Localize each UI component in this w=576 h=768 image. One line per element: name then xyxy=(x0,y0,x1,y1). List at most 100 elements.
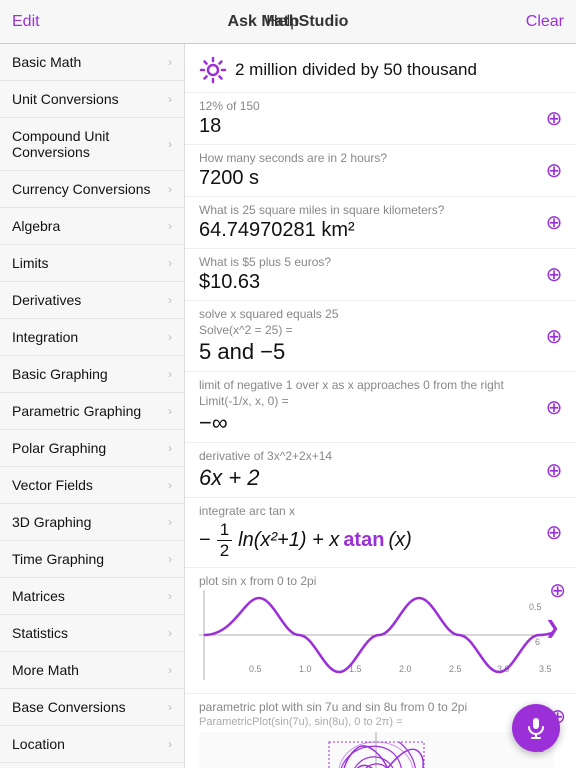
sidebar-item-label: Polar Graphing xyxy=(12,440,168,456)
chevron-right-icon: › xyxy=(168,256,172,270)
sidebar-item-statistics[interactable]: Statistics› xyxy=(0,615,184,652)
expand-button[interactable]: ⊕ xyxy=(542,159,566,183)
header-query: 2 million divided by 50 thousand xyxy=(185,44,576,93)
graph-svg-area: 0.5 1.0 1.5 2.0 2.5 3.0 3.5 6 0.5 ❯ xyxy=(199,590,562,685)
sidebar-item-derivatives[interactable]: Derivatives› xyxy=(0,282,184,319)
result-query: How many seconds are in 2 hours? xyxy=(199,151,562,165)
chevron-right-icon: › xyxy=(168,441,172,455)
sidebar-item-base-conversions[interactable]: Base Conversions› xyxy=(0,689,184,726)
result-answer: $10.63 xyxy=(199,271,562,294)
result-answer: 6x + 2 xyxy=(199,465,562,491)
sidebar-item-algebra[interactable]: Algebra› xyxy=(0,208,184,245)
sidebar-item-3d-graphing[interactable]: 3D Graphing› xyxy=(0,504,184,541)
chevron-right-icon: › xyxy=(168,293,172,307)
mic-icon xyxy=(525,717,547,739)
chevron-right-icon: › xyxy=(168,626,172,640)
sidebar-item-label: Currency Conversions xyxy=(12,181,168,197)
result-item: What is $5 plus 5 euros? $10.63 ⊕ xyxy=(185,249,576,301)
sidebar-item-matrices[interactable]: Matrices› xyxy=(0,578,184,615)
sidebar-item-label: Statistics xyxy=(12,625,168,641)
graph-svg-area: -4.5 -3.5 -2.5 -1.5 -1 0.5 1.5 2.5 3.5 4… xyxy=(199,732,562,768)
chevron-right-icon: › xyxy=(168,737,172,751)
svg-text:1.0: 1.0 xyxy=(299,664,312,674)
chevron-right-icon: › xyxy=(168,700,172,714)
graph-arrow-icon[interactable]: ❯ xyxy=(545,618,560,639)
svg-text:6: 6 xyxy=(535,637,540,647)
graph-query: plot sin x from 0 to 2pi xyxy=(185,568,576,590)
expand-button[interactable]: ⊕ xyxy=(542,211,566,235)
svg-text:0.5: 0.5 xyxy=(249,664,262,674)
sidebar-item-label: Basic Graphing xyxy=(12,366,168,382)
sidebar-item-label: Matrices xyxy=(12,588,168,604)
expand-button[interactable]: ⊕ xyxy=(542,107,566,131)
expand-button[interactable]: ⊕ xyxy=(542,395,566,419)
sidebar-item-polar-graphing[interactable]: Polar Graphing› xyxy=(0,430,184,467)
sidebar-item-parametric-graphing[interactable]: Parametric Graphing› xyxy=(0,393,184,430)
result-item: solve x squared equals 25 Solve(x^2 = 25… xyxy=(185,301,576,372)
chevron-right-icon: › xyxy=(168,330,172,344)
chevron-right-icon: › xyxy=(168,55,172,69)
result-query: What is 25 square miles in square kilome… xyxy=(199,203,562,217)
graph-sin: plot sin x from 0 to 2pi ⊕ 0.5 1.0 1.5 2… xyxy=(185,568,576,694)
sidebar-item-basic-math[interactable]: Basic Math› xyxy=(0,44,184,81)
sidebar-item-unit-conversions[interactable]: Unit Conversions› xyxy=(0,81,184,118)
chevron-right-icon: › xyxy=(168,404,172,418)
topbar: Edit Help Ask MathStudio Clear xyxy=(0,0,576,44)
svg-text:0.5: 0.5 xyxy=(529,602,542,612)
sidebar-item-label: Unit Conversions xyxy=(12,91,168,107)
expand-button[interactable]: ⊕ xyxy=(542,263,566,287)
result-item: derivative of 3x^2+2x+14 6x + 2 ⊕ xyxy=(185,443,576,498)
result-query: derivative of 3x^2+2x+14 xyxy=(199,449,562,463)
sidebar-item-label: Compound Unit Conversions xyxy=(12,128,168,160)
sidebar-item-label: Derivatives xyxy=(12,292,168,308)
sidebar-item-integration[interactable]: Integration› xyxy=(0,319,184,356)
result-answer: 18 xyxy=(199,115,562,138)
sidebar-item-basic-graphing[interactable]: Basic Graphing› xyxy=(0,356,184,393)
expand-button[interactable]: ⊕ xyxy=(542,324,566,348)
chevron-right-icon: › xyxy=(168,92,172,106)
sidebar-item-weather[interactable]: Weather› xyxy=(0,763,184,768)
sidebar-item-label: Base Conversions xyxy=(12,699,168,715)
chevron-right-icon: › xyxy=(168,478,172,492)
chevron-right-icon: › xyxy=(168,367,172,381)
sidebar-item-label: More Math xyxy=(12,662,168,678)
gear-icon xyxy=(199,56,227,84)
sidebar-item-location[interactable]: Location› xyxy=(0,726,184,763)
sidebar: Basic Math›Unit Conversions›Compound Uni… xyxy=(0,44,185,768)
content-area: 2 million divided by 50 thousand 12% of … xyxy=(185,44,576,768)
edit-button[interactable]: Edit xyxy=(12,13,40,31)
result-answer: 64.74970281 km² xyxy=(199,219,562,242)
result-query: 12% of 150 xyxy=(199,99,562,113)
result-subquery: Solve(x^2 = 25) = xyxy=(199,323,562,337)
sidebar-item-limits[interactable]: Limits› xyxy=(0,245,184,282)
result-item: What is 25 square miles in square kilome… xyxy=(185,197,576,249)
chevron-right-icon: › xyxy=(168,663,172,677)
chevron-right-icon: › xyxy=(168,515,172,529)
sidebar-item-vector-fields[interactable]: Vector Fields› xyxy=(0,467,184,504)
sidebar-item-compound-unit-conversions[interactable]: Compound Unit Conversions› xyxy=(0,118,184,171)
svg-text:3.5: 3.5 xyxy=(539,664,552,674)
topbar-title: Ask MathStudio xyxy=(228,13,349,31)
main-layout: Basic Math›Unit Conversions›Compound Uni… xyxy=(0,44,576,768)
expand-button[interactable]: ⊕ xyxy=(542,458,566,482)
sidebar-item-label: Parametric Graphing xyxy=(12,403,168,419)
sidebar-item-label: Vector Fields xyxy=(12,477,168,493)
sidebar-item-time-graphing[interactable]: Time Graphing› xyxy=(0,541,184,578)
clear-button[interactable]: Clear xyxy=(526,13,564,31)
header-query-text: 2 million divided by 50 thousand xyxy=(235,60,477,80)
svg-text:2.0: 2.0 xyxy=(399,664,412,674)
sidebar-item-label: Algebra xyxy=(12,218,168,234)
expand-button[interactable]: ⊕ xyxy=(542,521,566,545)
result-query: integrate arc tan x xyxy=(199,504,562,518)
sidebar-item-label: Integration xyxy=(12,329,168,345)
sidebar-item-currency-conversions[interactable]: Currency Conversions› xyxy=(0,171,184,208)
sidebar-item-more-math[interactable]: More Math› xyxy=(0,652,184,689)
sidebar-item-label: Limits xyxy=(12,255,168,271)
sidebar-item-label: Time Graphing xyxy=(12,551,168,567)
chevron-right-icon: › xyxy=(168,182,172,196)
result-item: 12% of 150 18 ⊕ xyxy=(185,93,576,145)
mic-button[interactable] xyxy=(512,704,560,752)
chevron-right-icon: › xyxy=(168,137,172,151)
result-query: solve x squared equals 25 xyxy=(199,307,562,321)
result-subquery: Limit(-1/x, x, 0) = xyxy=(199,394,562,408)
